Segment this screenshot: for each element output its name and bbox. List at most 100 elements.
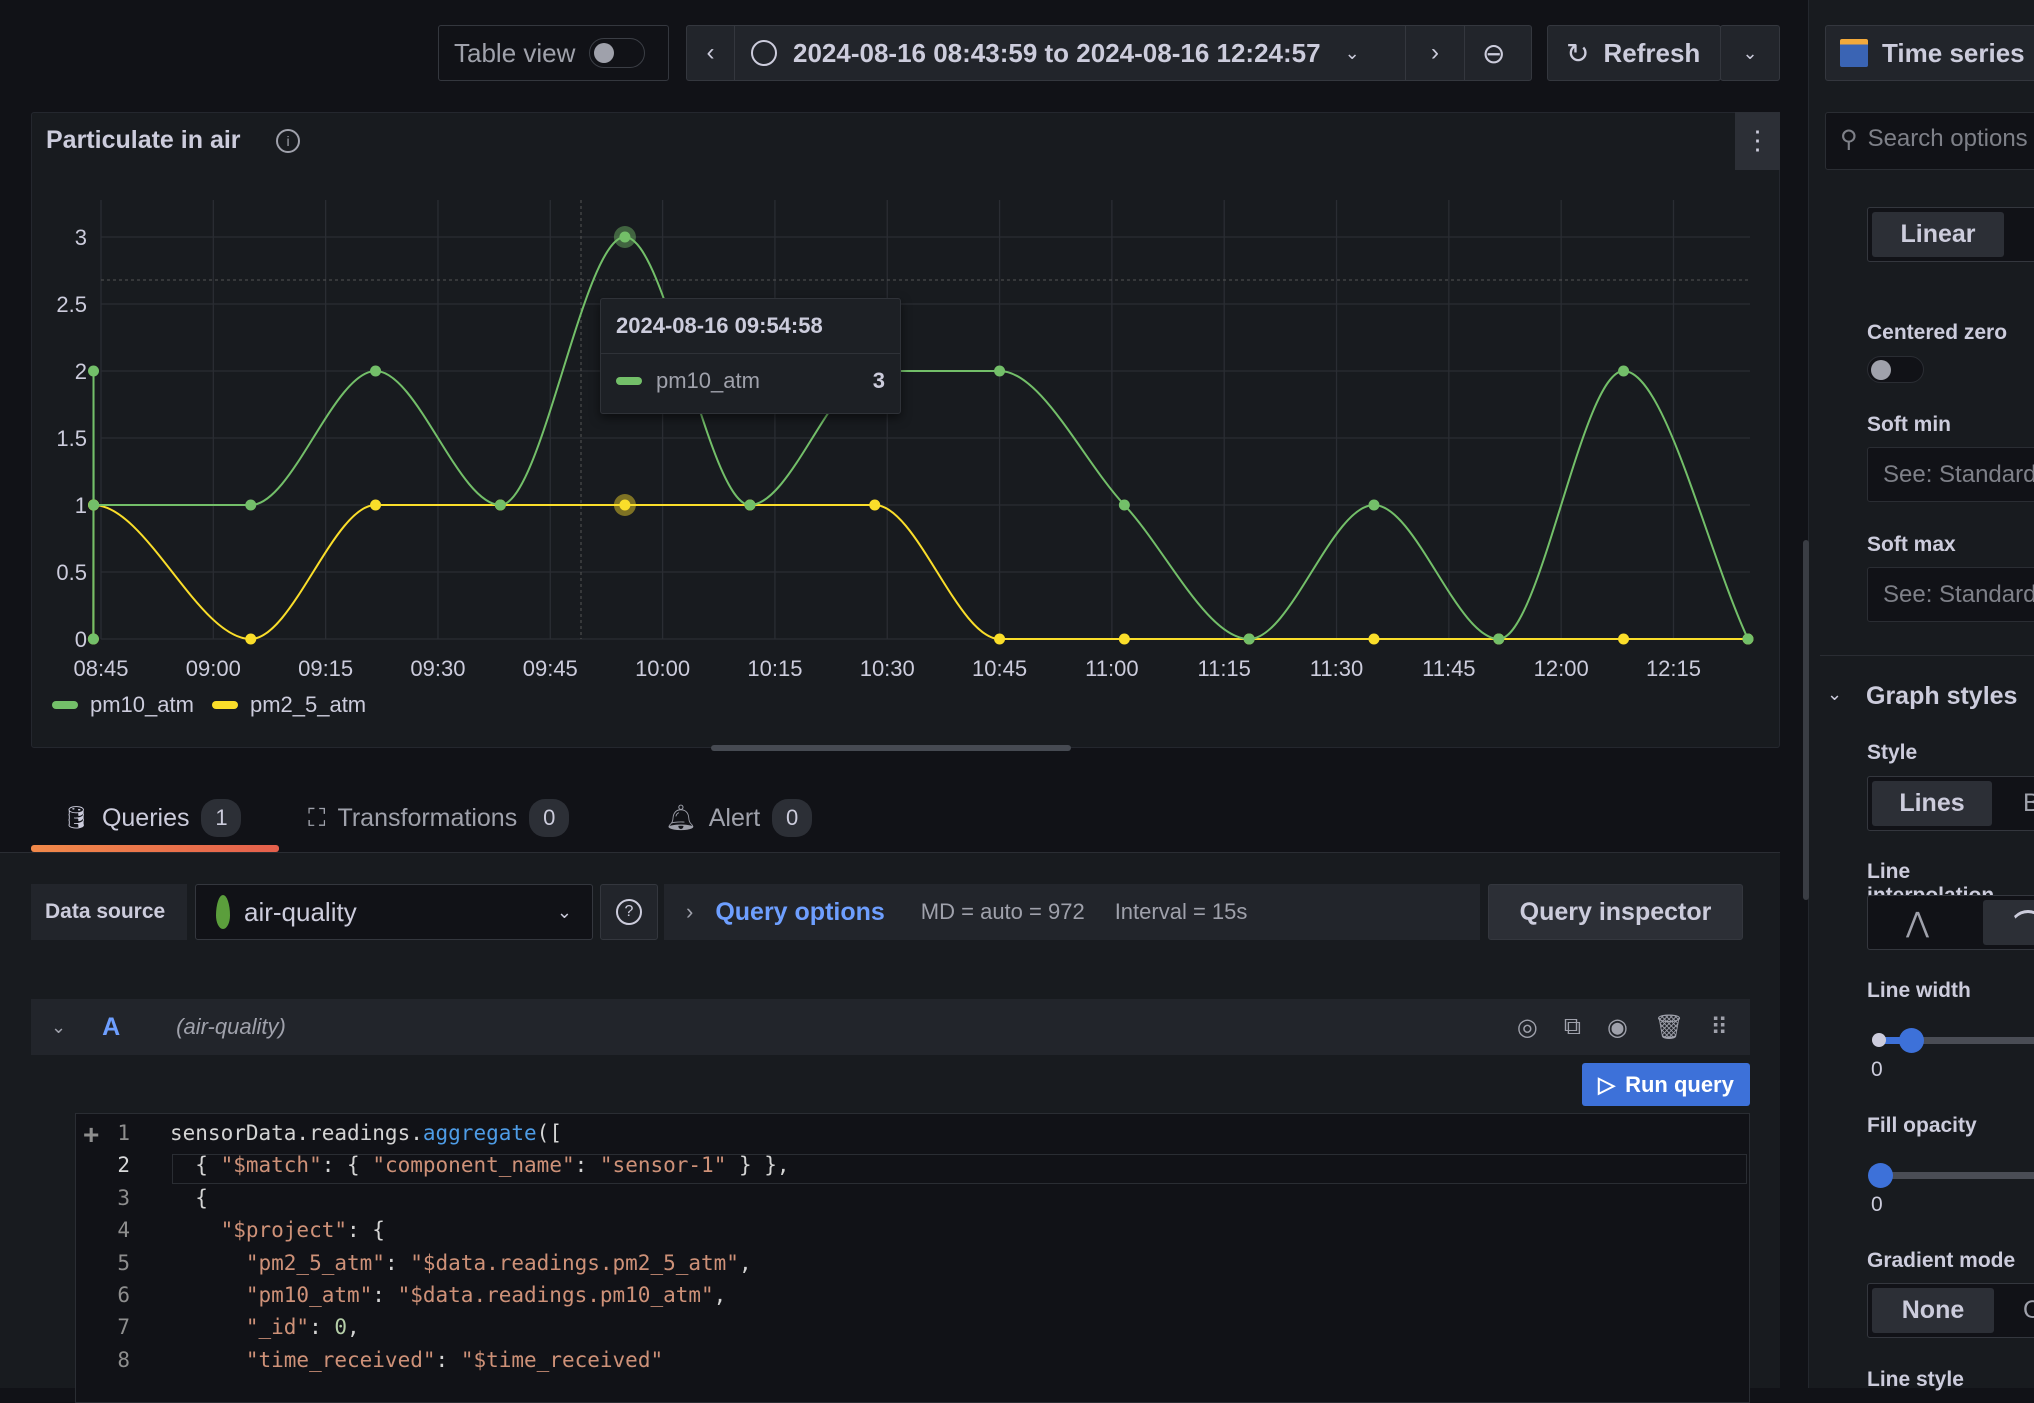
visualization-picker-2[interactable]: Time series	[1825, 25, 2034, 81]
refresh-icon: ↻	[1566, 37, 1590, 69]
data-source-select[interactable]: air-quality ⌄	[195, 884, 593, 940]
code-token: "_id"	[245, 1315, 310, 1340]
linear-interp-icon[interactable]: ⋀	[1906, 906, 1929, 939]
gradient-mode-label: Gradient mode	[1867, 1249, 2016, 1272]
panel-resize-handle[interactable]	[711, 745, 1071, 751]
query-inspector-button[interactable]: Query inspector	[1488, 884, 1743, 940]
style-lines[interactable]: Lines	[1872, 781, 1992, 826]
time-back-button[interactable]: ‹	[687, 26, 735, 80]
tab-label: Alert	[708, 803, 761, 832]
refresh-button[interactable]: ↻ Refresh	[1547, 25, 1721, 81]
code-token: "pm2_5_atm"	[245, 1250, 385, 1275]
data-point	[1618, 633, 1630, 645]
duplicate-icon[interactable]: ⧉	[1564, 1013, 1581, 1042]
code-line[interactable]: "_id": 0,	[170, 1315, 360, 1339]
section-divider	[1820, 655, 2034, 656]
line-width-slider[interactable]	[1872, 1028, 2034, 1053]
query-history-icon[interactable]: ◎	[1517, 1013, 1538, 1042]
zoom-out-icon[interactable]: ⊖	[1482, 37, 1505, 70]
tab-transformations[interactable]: ⛶ Transformations 0	[308, 790, 570, 846]
scale-linear[interactable]: Linear	[1872, 212, 2004, 257]
slider-thumb[interactable]	[1899, 1028, 1924, 1053]
run-query-label: Run query	[1625, 1071, 1734, 1097]
code-line[interactable]: sensorData.readings.aggregate([	[170, 1121, 562, 1145]
pane-scrollbar[interactable]	[1803, 540, 1809, 900]
data-point	[1618, 365, 1630, 377]
toggle-switch[interactable]	[589, 38, 646, 68]
database-icon: 🛢	[62, 805, 90, 830]
x-tick-label: 11:30	[1310, 656, 1363, 681]
refresh-interval-dropdown[interactable]: ⌄	[1720, 25, 1780, 81]
scale-selector[interactable]: Linear	[1867, 207, 2034, 262]
style-selector[interactable]: Lines B	[1867, 776, 2034, 831]
code-line[interactable]: "$project": {	[170, 1218, 385, 1242]
drag-handle-icon[interactable]: ⠿	[1710, 1013, 1728, 1042]
code-token: :	[435, 1347, 461, 1372]
query-ref-id[interactable]: A	[102, 1013, 120, 1042]
tab-queries[interactable]: 🛢 Queries 1	[62, 790, 242, 846]
y-tick-label: 0.5	[56, 560, 87, 585]
slider-thumb[interactable]	[1868, 1163, 1893, 1188]
code-token: "$data.readings.pm10_atm"	[397, 1283, 714, 1307]
trash-icon[interactable]: 🗑︎	[1654, 1013, 1684, 1042]
add-icon[interactable]: +	[83, 1119, 99, 1151]
code-line[interactable]: "pm10_atm": "$data.readings.pm10_atm",	[170, 1283, 726, 1307]
search-options-input[interactable]: ⚲ Search options	[1825, 112, 2034, 170]
legend-label: pm2_5_atm	[249, 692, 367, 717]
tooltip-value: 3	[872, 368, 885, 393]
help-button[interactable]: ?	[600, 884, 658, 940]
run-query-button[interactable]: ▷ Run query	[1582, 1063, 1750, 1106]
centered-zero-toggle[interactable]	[1867, 356, 1924, 383]
code-line[interactable]: {	[170, 1186, 208, 1210]
search-icon: ⚲	[1840, 126, 1858, 153]
gradient-mode-selector[interactable]: None O	[1867, 1283, 2034, 1338]
soft-max-input[interactable]: See: Standard options	[1867, 567, 2034, 622]
collapse-icon[interactable]: ⌄	[51, 1017, 66, 1038]
data-point	[994, 365, 1006, 377]
code-token: "pm10_atm"	[245, 1283, 373, 1307]
visualization-label: Time series	[1882, 37, 2025, 68]
code-token: aggregate	[422, 1121, 537, 1145]
hover-point	[613, 494, 636, 516]
tab-alert[interactable]: 🔔︎ Alert 0	[665, 790, 813, 846]
gradient-opacity[interactable]: O	[2023, 1296, 2034, 1325]
eye-icon[interactable]: ◉	[1607, 1013, 1628, 1042]
code-token: ([	[536, 1121, 562, 1145]
legend-label: pm10_atm	[90, 692, 194, 717]
code-line[interactable]: "time_received": "$time_received"	[170, 1348, 663, 1372]
code-line[interactable]: "pm2_5_atm": "$data.readings.pm2_5_atm",	[170, 1251, 752, 1275]
smooth-interp-icon[interactable]: ⌒	[1983, 900, 2034, 945]
soft-min-input[interactable]: See: Standard options	[1867, 447, 2034, 502]
code-token: ,	[713, 1283, 727, 1307]
code-token: {	[170, 1185, 208, 1210]
y-tick-label: 3	[75, 225, 87, 250]
time-forward-button[interactable]: ›	[1405, 26, 1465, 80]
code-token: :	[309, 1315, 335, 1340]
search-placeholder: Search options	[1867, 125, 2028, 152]
code-token: ,	[738, 1250, 752, 1275]
data-point	[1368, 499, 1380, 511]
legend-item-pm25[interactable]: pm2_5_atm	[211, 692, 367, 718]
tab-count: 0	[529, 799, 570, 837]
query-options[interactable]: › Query options MD = auto = 972 Interval…	[664, 884, 1480, 940]
code-token: :	[574, 1153, 600, 1178]
style-bars[interactable]: B	[2023, 789, 2034, 818]
graph-styles-header[interactable]: Graph styles	[1866, 682, 2017, 711]
line-interpolation-selector[interactable]: ⋀ ⌒	[1867, 895, 2034, 950]
time-series-chart[interactable]: 0 0.5 1 1.5 2 2.5 3 08:45 09:00 09:15 09:30 09:45 10…	[31, 112, 1780, 748]
code-token: 0	[334, 1315, 348, 1340]
chevron-down-icon[interactable]: ⌄	[1827, 684, 1842, 705]
code-line[interactable]: { "$match": { "component_name": "sensor-…	[170, 1153, 789, 1178]
code-token: :	[384, 1250, 411, 1275]
data-point	[1742, 633, 1754, 645]
gradient-none[interactable]: None	[1872, 1288, 1994, 1333]
table-view-toggle[interactable]: Table view	[438, 25, 669, 81]
fill-opacity-slider[interactable]	[1868, 1163, 2034, 1188]
question-icon: ?	[616, 899, 642, 925]
legend-item-pm10[interactable]: pm10_atm	[52, 692, 194, 718]
x-tick-label: 10:00	[635, 656, 690, 681]
centered-zero-label: Centered zero	[1867, 321, 2008, 344]
time-picker[interactable]: ‹ 2024-08-16 08:43:59 to 2024-08-16 12:2…	[686, 25, 1532, 81]
x-tick-label: 12:00	[1534, 656, 1589, 681]
query-row-header[interactable]: ⌄ A (air-quality) ◎ ⧉ ◉ 🗑︎ ⠿	[31, 999, 1750, 1055]
